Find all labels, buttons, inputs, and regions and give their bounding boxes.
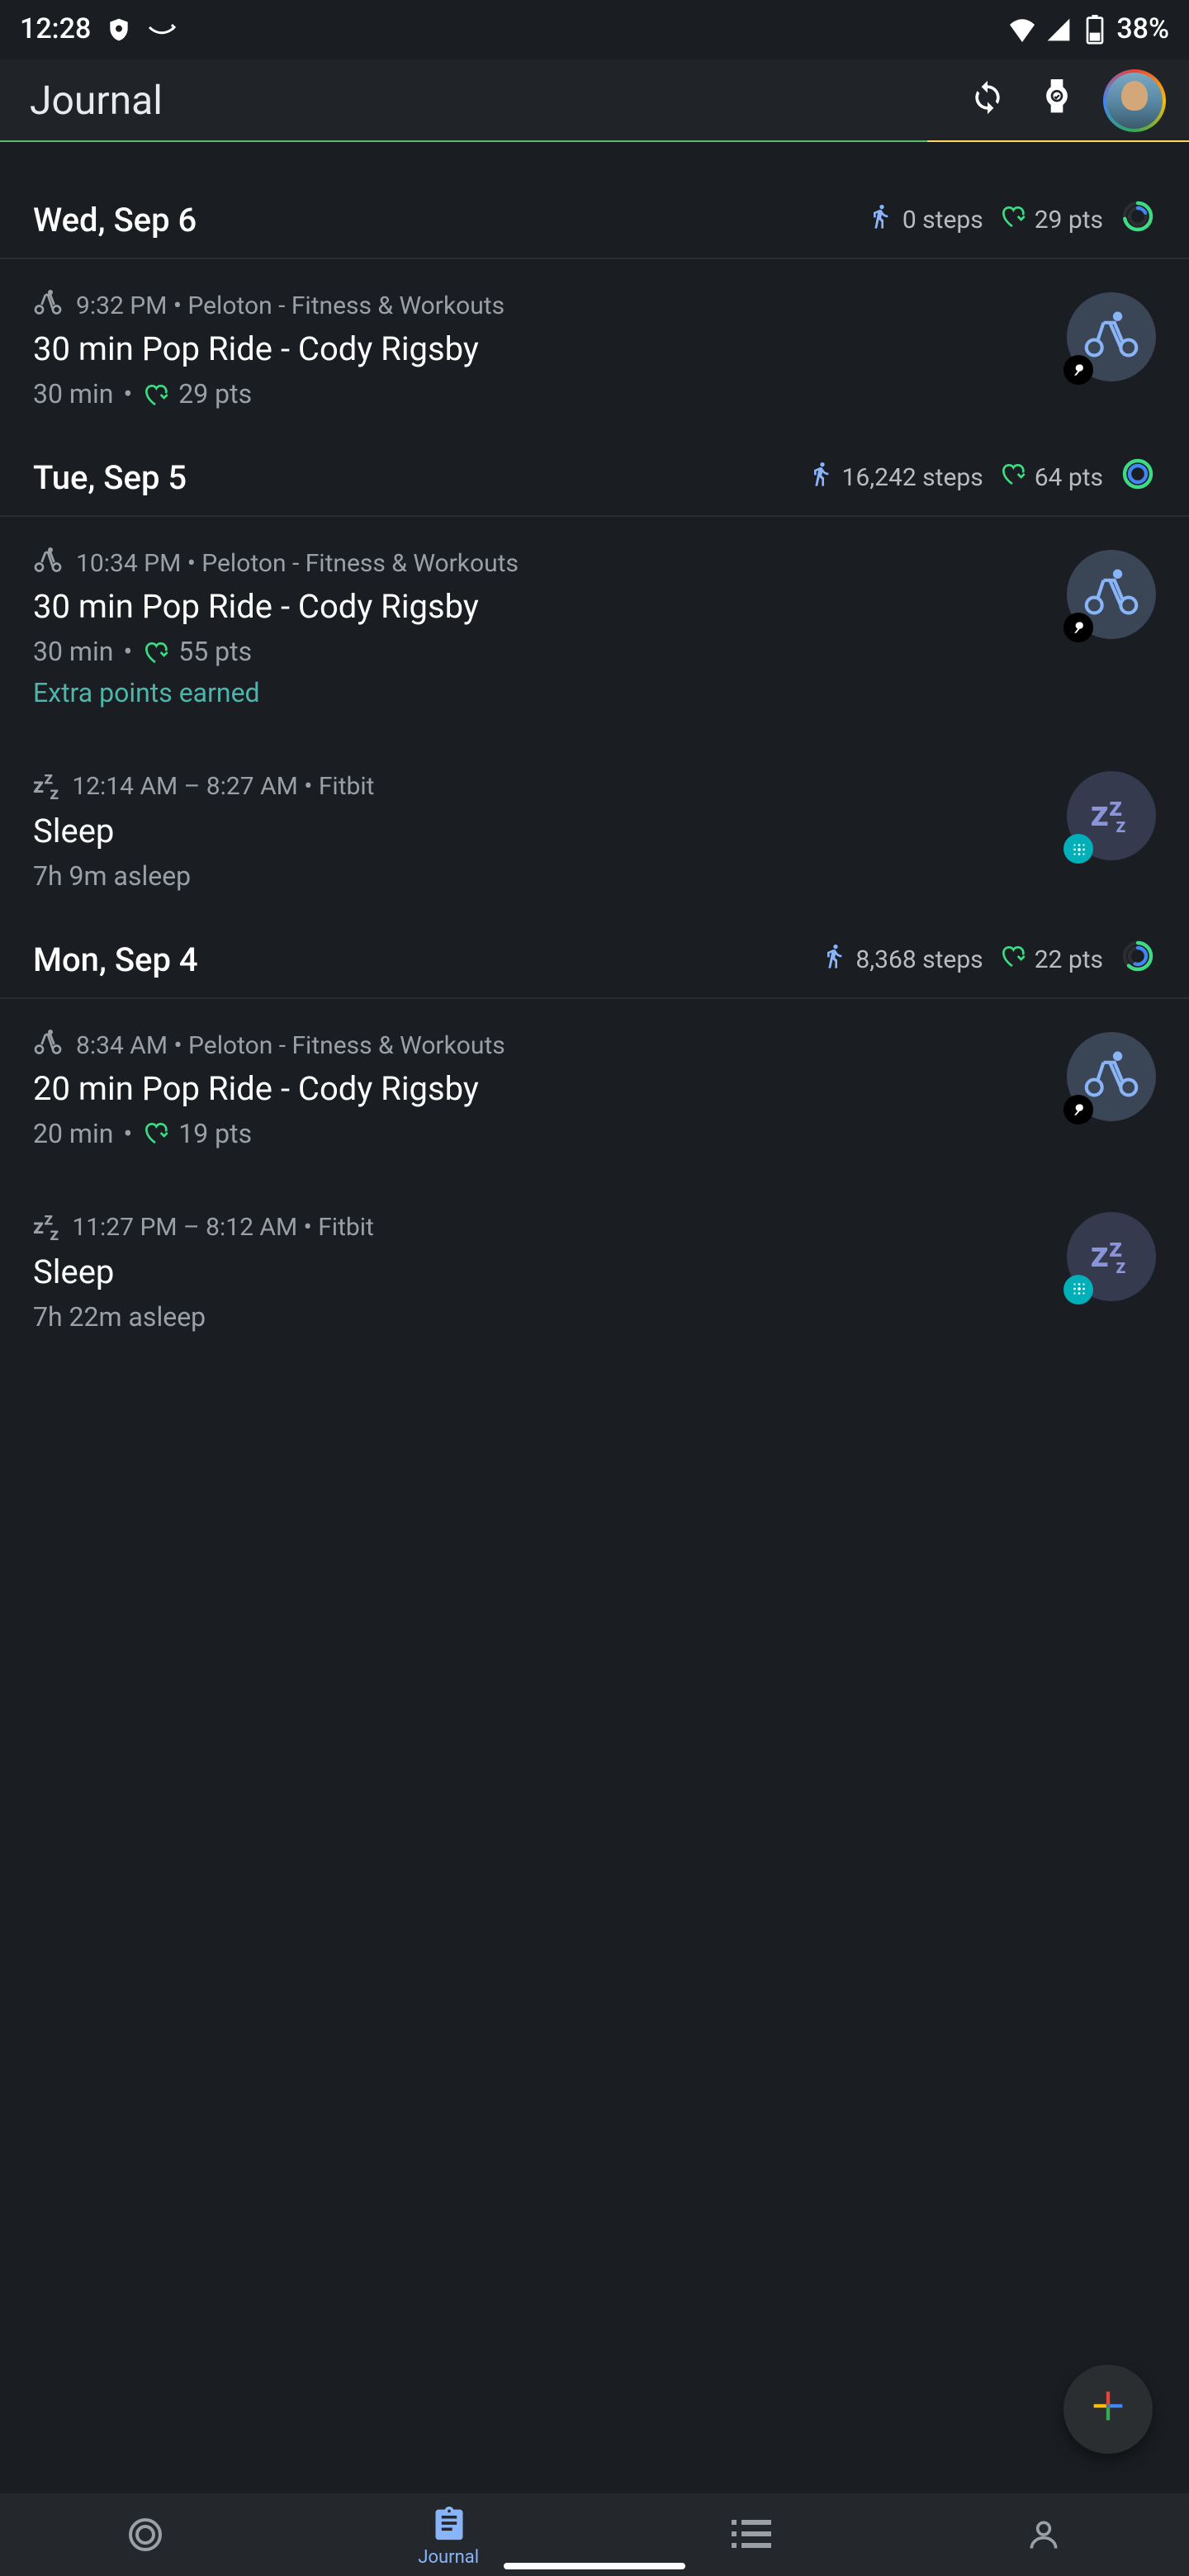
sleep-icon: zzz [33,768,59,804]
activity-item[interactable]: 8:34 AM • Peloton - Fitness & Workouts 2… [0,999,1189,1179]
activity-cycling-avatar [1067,550,1156,639]
sync-icon [969,78,1006,121]
wifi-icon [1007,15,1037,45]
fitbit-badge-icon [1063,1275,1093,1305]
activity-item[interactable]: 9:32 PM • Peloton - Fitness & Workouts 3… [0,259,1189,439]
activity-meta: 10:34 PM • Peloton - Fitness & Workouts [33,547,1044,580]
activity-stats: 7h 22m asleep [33,1301,1044,1333]
bike-icon [1083,309,1139,365]
app-header: Journal [0,59,1189,142]
battery-icon [1080,15,1110,45]
activity-stats: 30 min•55 pts [33,636,1044,667]
day-points: 29 pts [1000,203,1103,236]
activity-meta: zzz 12:14 AM – 8:27 AM • Fitbit [33,768,1044,804]
activity-stats: 7h 9m asleep [33,860,1044,892]
bike-icon [33,1029,63,1062]
day-ring-icon [1120,198,1156,241]
sync-button[interactable] [964,77,1011,123]
activity-extra: Extra points earned [33,677,1044,708]
activity-sleep-avatar: zzz [1067,1212,1156,1301]
plus-icon [1087,2384,1130,2434]
heart-points-icon [142,638,168,665]
day-steps: 16,242 steps [808,461,983,494]
activity-title: 20 min Pop Ride - Cody Rigsby [33,1068,1044,1108]
journal-icon [429,2503,468,2542]
day-header[interactable]: Tue, Sep 5 16,242 steps 64 pts [0,439,1189,517]
status-bar: 12:28 38% [0,0,1189,59]
day-steps: 8,368 steps [821,943,983,976]
fitbit-badge-icon [1063,834,1093,864]
nav-browse[interactable] [732,2515,771,2555]
status-left: 12:28 [20,13,177,46]
activity-cycling-avatar [1067,1032,1156,1121]
steps-icon [868,203,894,236]
bike-icon [33,547,63,580]
watch-button[interactable] [1034,77,1080,123]
activity-sleep-avatar: zzz [1067,771,1156,860]
day-date: Mon, Sep 4 [33,940,804,979]
day-date: Wed, Sep 6 [33,200,851,239]
activity-meta: 9:32 PM • Peloton - Fitness & Workouts [33,289,1044,322]
activity-meta: 8:34 AM • Peloton - Fitness & Workouts [33,1029,1044,1062]
activity-stats: 20 min•19 pts [33,1118,1044,1149]
steps-icon [821,943,847,976]
heart-points-icon [1000,943,1026,976]
day-ring-icon [1120,938,1156,981]
nav-journal-label: Journal [418,2545,479,2567]
status-time: 12:28 [20,13,91,46]
page-title: Journal [23,77,941,123]
sleep-icon: zzz [1091,798,1133,834]
day-date: Tue, Sep 5 [33,457,791,497]
avatar-image [1106,72,1163,128]
nav-journal[interactable]: Journal [418,2503,479,2567]
activity-stats: 30 min•29 pts [33,378,1044,410]
peloton-badge-icon [1063,613,1093,642]
activity-title: Sleep [33,1252,1044,1291]
activity-title: Sleep [33,811,1044,850]
list-icon [732,2515,771,2555]
home-ring-icon [126,2515,166,2555]
status-right: 38% [1007,13,1169,46]
battery-percent: 38% [1116,13,1169,46]
profile-icon [1023,2515,1063,2555]
sleep-icon: zzz [1091,1238,1133,1275]
day-header[interactable]: Mon, Sep 4 8,368 steps 22 pts [0,921,1189,999]
day-steps: 0 steps [868,203,983,236]
amazon-icon [147,15,177,45]
bike-icon [1083,566,1139,623]
nav-profile[interactable] [1023,2515,1063,2555]
bike-icon [1083,1049,1139,1105]
steps-icon [808,461,834,494]
activity-item[interactable]: zzz 11:27 PM – 8:12 AM • Fitbit Sleep 7h… [0,1179,1189,1362]
activity-title: 30 min Pop Ride - Cody Rigsby [33,329,1044,368]
heart-points-icon [142,381,168,407]
heart-points-icon [142,1120,168,1147]
activity-item[interactable]: 10:34 PM • Peloton - Fitness & Workouts … [0,517,1189,738]
add-activity-fab[interactable] [1063,2365,1153,2454]
day-header[interactable]: Wed, Sep 6 0 steps 29 pts [0,182,1189,259]
activity-title: 30 min Pop Ride - Cody Rigsby [33,586,1044,626]
signal-icon [1044,15,1073,45]
activity-cycling-avatar [1067,292,1156,381]
activity-meta: zzz 11:27 PM – 8:12 AM • Fitbit [33,1209,1044,1245]
nav-home[interactable] [126,2515,166,2555]
peloton-badge-icon [1063,1095,1093,1125]
sleep-icon: zzz [33,1209,59,1245]
profile-avatar[interactable] [1103,69,1166,131]
day-points: 64 pts [1000,461,1103,494]
shield-icon [104,15,134,45]
heart-points-icon [1000,203,1026,236]
bike-icon [33,289,63,322]
day-ring-icon [1120,456,1156,499]
day-points: 22 pts [1000,943,1103,976]
nav-handle[interactable] [504,2563,685,2569]
peloton-badge-icon [1063,355,1093,385]
activity-item[interactable]: zzz 12:14 AM – 8:27 AM • Fitbit Sleep 7h… [0,738,1189,921]
heart-points-icon [1000,461,1026,494]
watch-icon [1039,78,1075,121]
journal-list[interactable]: Wed, Sep 6 0 steps 29 pts 9:32 PM • Pelo… [0,142,1189,2493]
